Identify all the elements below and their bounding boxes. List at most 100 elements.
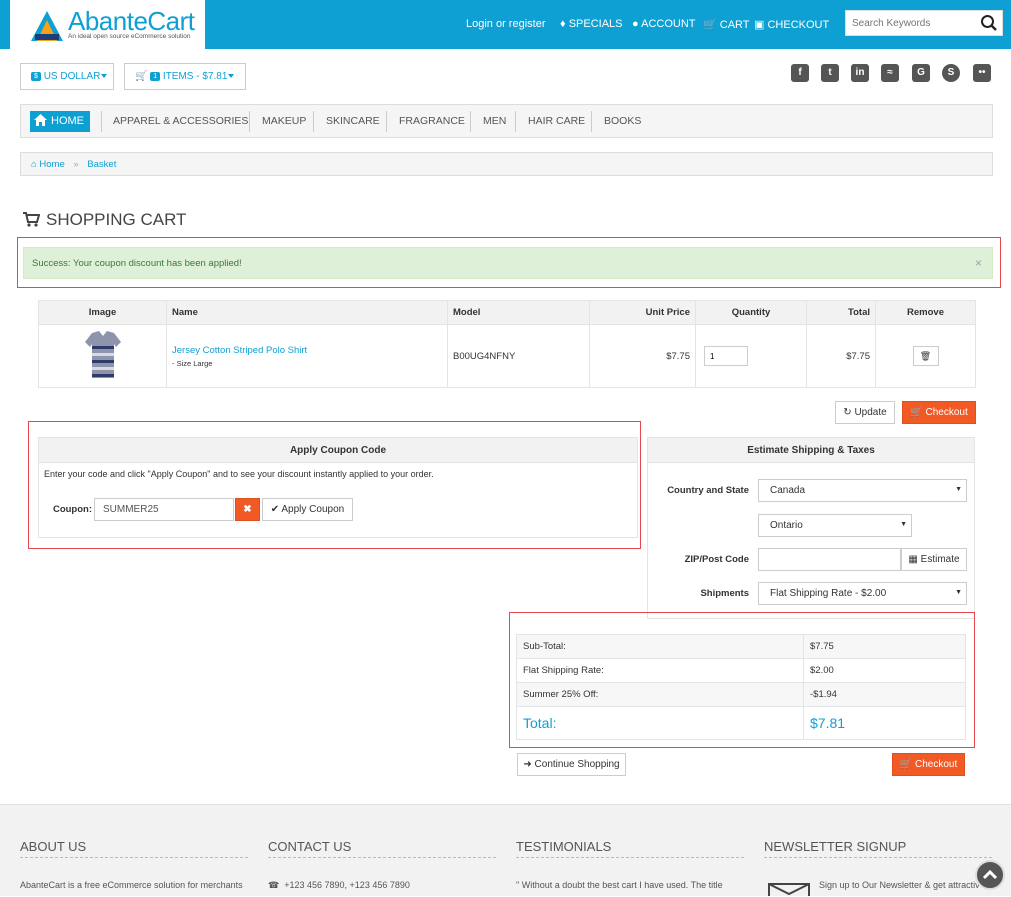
footer-newsletter-title: NEWSLETTER SIGNUP <box>764 839 907 854</box>
footer-testimonials-title: TESTIMONIALS <box>516 839 612 854</box>
search-input[interactable] <box>846 11 970 35</box>
specials-label: SPECIALS <box>568 18 623 30</box>
trash-icon[interactable]: 🗑 <box>912 346 939 366</box>
column-header: Model <box>447 300 590 325</box>
tag-icon: ♦ <box>560 18 566 30</box>
footer-about-text: AbanteCart is a free eCommerce solution … <box>20 880 243 890</box>
facebook-icon[interactable]: f <box>791 64 809 82</box>
remove-cell: 🗑 <box>875 324 976 388</box>
coupon-title: Apply Coupon Code <box>39 438 637 463</box>
product-total: $7.75 <box>806 324 876 388</box>
apply-coupon-label: Apply Coupon <box>281 504 345 515</box>
credit-card-icon: ▣ <box>754 19 765 31</box>
close-icon: ✖ <box>243 504 252 515</box>
column-header: Total <box>806 300 876 325</box>
logo[interactable]: AbanteCart An ideal open source eCommerc… <box>10 0 205 49</box>
flickr-icon[interactable]: •• <box>973 64 991 82</box>
close-icon[interactable]: × <box>975 256 982 270</box>
product-unit-price: $7.75 <box>589 324 696 388</box>
checkout-label: Checkout <box>925 407 968 418</box>
page-title: SHOPPING CART <box>46 210 187 229</box>
category-skincare[interactable]: SKINCARE <box>326 105 380 137</box>
divider <box>313 111 314 132</box>
estimate-button[interactable]: ▦ Estimate <box>901 548 967 571</box>
breadcrumb: ⌂ Home » Basket <box>20 152 993 176</box>
cart-icon <box>23 212 40 227</box>
google-icon[interactable]: G <box>912 64 930 82</box>
search-icon[interactable] <box>980 14 998 32</box>
category-books[interactable]: BOOKS <box>604 105 641 137</box>
remove-coupon-button[interactable]: ✖ <box>235 498 260 521</box>
breadcrumb-home[interactable]: Home <box>39 159 64 170</box>
linkedin-icon[interactable]: in <box>851 64 869 82</box>
caret-down-icon <box>101 74 108 78</box>
shipment-select[interactable]: Flat Shipping Rate - $2.00 ▼ <box>758 582 967 605</box>
twitter-icon[interactable]: t <box>821 64 839 82</box>
estimate-label: Estimate <box>920 554 960 565</box>
footer-about-title: ABOUT US <box>20 839 87 854</box>
envelope-icon <box>768 883 810 896</box>
update-label: Update <box>854 407 887 418</box>
checkout-link[interactable]: ▣ CHECKOUT <box>754 18 829 31</box>
column-header: Image <box>38 300 167 325</box>
account-link[interactable]: ● ACCOUNT <box>632 18 696 30</box>
cart-icon: 🛒 <box>703 19 717 31</box>
category-fragrance[interactable]: FRAGRANCE <box>399 105 465 137</box>
product-thumbnail[interactable] <box>38 324 167 388</box>
login-link[interactable]: Login or register <box>466 18 546 30</box>
calculator-icon: ▦ <box>908 554 918 565</box>
category-apparel[interactable]: APPAREL & ACCESSORIES <box>113 105 248 137</box>
top-header: AbanteCart An ideal open source eCommerc… <box>0 0 1011 49</box>
country-select[interactable]: Canada ▼ <box>758 479 967 502</box>
category-hair-care[interactable]: HAIR CARE <box>528 105 585 137</box>
account-label: ACCOUNT <box>641 18 696 30</box>
checkout-button-bottom[interactable]: 🛒 Checkout <box>892 753 965 776</box>
shipping-panel: Estimate Shipping & Taxes Country and St… <box>647 437 975 619</box>
cart-link[interactable]: 🛒 CART <box>703 18 750 31</box>
scroll-top-button[interactable] <box>975 860 1005 890</box>
zip-input[interactable] <box>758 548 901 571</box>
state-select[interactable]: Ontario ▼ <box>758 514 912 537</box>
polo-shirt-image <box>84 330 121 378</box>
footer-contact-title: CONTACT US <box>268 839 352 854</box>
arrow-right-icon: ➜ <box>523 759 532 770</box>
total-label: Summer 25% Off: <box>516 682 804 707</box>
divider <box>764 857 992 858</box>
logo-icon <box>31 11 63 41</box>
table-row: Total: $7.81 <box>516 706 966 740</box>
checkout-button[interactable]: 🛒 Checkout <box>902 401 976 424</box>
dollar-icon: $ <box>31 72 41 81</box>
category-home[interactable]: HOME <box>30 111 90 132</box>
grand-total-label: Total: <box>516 706 804 740</box>
product-option: - Size Large <box>172 358 213 368</box>
shipments-label: Shipments <box>700 588 749 599</box>
phone-text: +123 456 7890, +123 456 7890 <box>284 880 410 890</box>
quantity-input[interactable] <box>704 346 748 366</box>
divider <box>386 111 387 132</box>
total-label: Sub-Total: <box>516 634 804 659</box>
breadcrumb-current[interactable]: Basket <box>87 159 116 170</box>
coupon-input[interactable]: SUMMER25 <box>94 498 234 521</box>
cart-count-badge: 1 <box>150 72 161 81</box>
category-makeup[interactable]: MAKEUP <box>262 105 306 137</box>
currency-dropdown[interactable]: $ US DOLLAR <box>20 63 114 90</box>
state-value: Ontario <box>770 520 803 531</box>
coupon-panel: Apply Coupon Code Enter your code and cl… <box>38 437 638 538</box>
cart-dropdown[interactable]: 🛒 1 ITEMS - $7.81 <box>124 63 246 90</box>
skype-icon[interactable]: S <box>942 64 960 82</box>
apply-coupon-button[interactable]: ✔ Apply Coupon <box>262 498 353 521</box>
cart-icon: 🛒 <box>899 759 913 770</box>
update-button[interactable]: ↻ Update <box>835 401 895 424</box>
continue-shopping-button[interactable]: ➜ Continue Shopping <box>517 753 626 776</box>
specials-link[interactable]: ♦ SPECIALS <box>560 18 623 30</box>
column-header: Name <box>166 300 448 325</box>
product-name-link[interactable]: Jersey Cotton Striped Polo Shirt <box>172 345 447 356</box>
table-row: Sub-Total: $7.75 <box>516 634 966 659</box>
zip-label: ZIP/Post Code <box>684 554 749 565</box>
rss-icon[interactable]: ≈ <box>881 64 899 82</box>
chevron-up-icon <box>982 869 998 880</box>
total-value: -$1.94 <box>803 682 966 707</box>
grand-total-value: $7.81 <box>803 706 966 740</box>
footer-testimonial-text: " Without a doubt the best cart I have u… <box>516 880 723 890</box>
category-men[interactable]: MEN <box>483 105 506 137</box>
